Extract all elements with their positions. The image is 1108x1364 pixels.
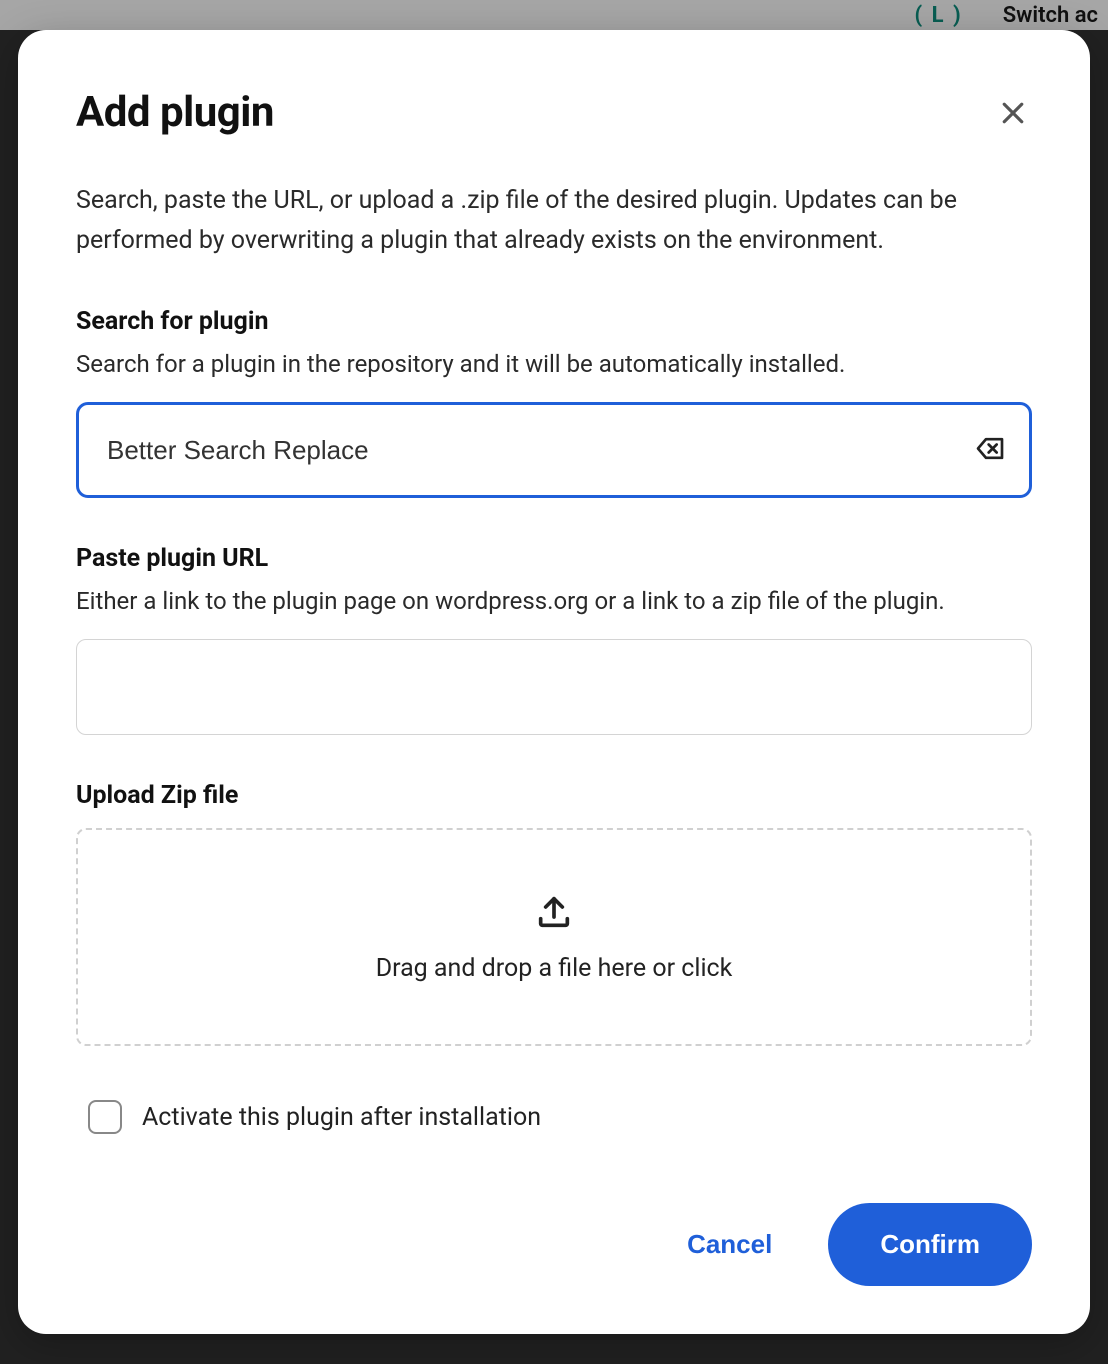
upload-title: Upload Zip file xyxy=(76,781,1032,810)
modal-description: Search, paste the URL, or upload a .zip … xyxy=(76,181,1032,261)
search-title: Search for plugin xyxy=(76,307,1032,336)
close-icon xyxy=(998,98,1028,128)
modal-footer: Cancel Confirm xyxy=(76,1163,1032,1286)
url-title: Paste plugin URL xyxy=(76,544,1032,573)
upload-icon xyxy=(534,892,574,932)
search-input-wrap xyxy=(76,402,1032,498)
upload-dropzone[interactable]: Drag and drop a file here or click xyxy=(76,828,1032,1046)
backspace-clear-icon xyxy=(974,433,1006,465)
url-subtitle: Either a link to the plugin page on word… xyxy=(76,587,1032,615)
clear-search-button[interactable] xyxy=(970,429,1010,472)
dropzone-text: Drag and drop a file here or click xyxy=(376,954,733,983)
search-input[interactable] xyxy=(76,402,1032,498)
close-button[interactable] xyxy=(994,94,1032,135)
confirm-button[interactable]: Confirm xyxy=(828,1203,1032,1286)
url-input[interactable] xyxy=(76,639,1032,735)
modal-title: Add plugin xyxy=(76,88,274,137)
search-subtitle: Search for a plugin in the repository an… xyxy=(76,350,1032,378)
add-plugin-modal: Add plugin Search, paste the URL, or upl… xyxy=(18,30,1090,1334)
upload-section: Upload Zip file Drag and drop a file her… xyxy=(76,781,1032,1046)
activate-checkbox[interactable] xyxy=(88,1100,122,1134)
search-section: Search for plugin Search for a plugin in… xyxy=(76,307,1032,498)
url-section: Paste plugin URL Either a link to the pl… xyxy=(76,544,1032,735)
modal-header: Add plugin xyxy=(76,88,1032,137)
activate-row: Activate this plugin after installation xyxy=(76,1100,1032,1134)
activate-label: Activate this plugin after installation xyxy=(142,1103,541,1132)
cancel-button[interactable]: Cancel xyxy=(671,1217,788,1272)
